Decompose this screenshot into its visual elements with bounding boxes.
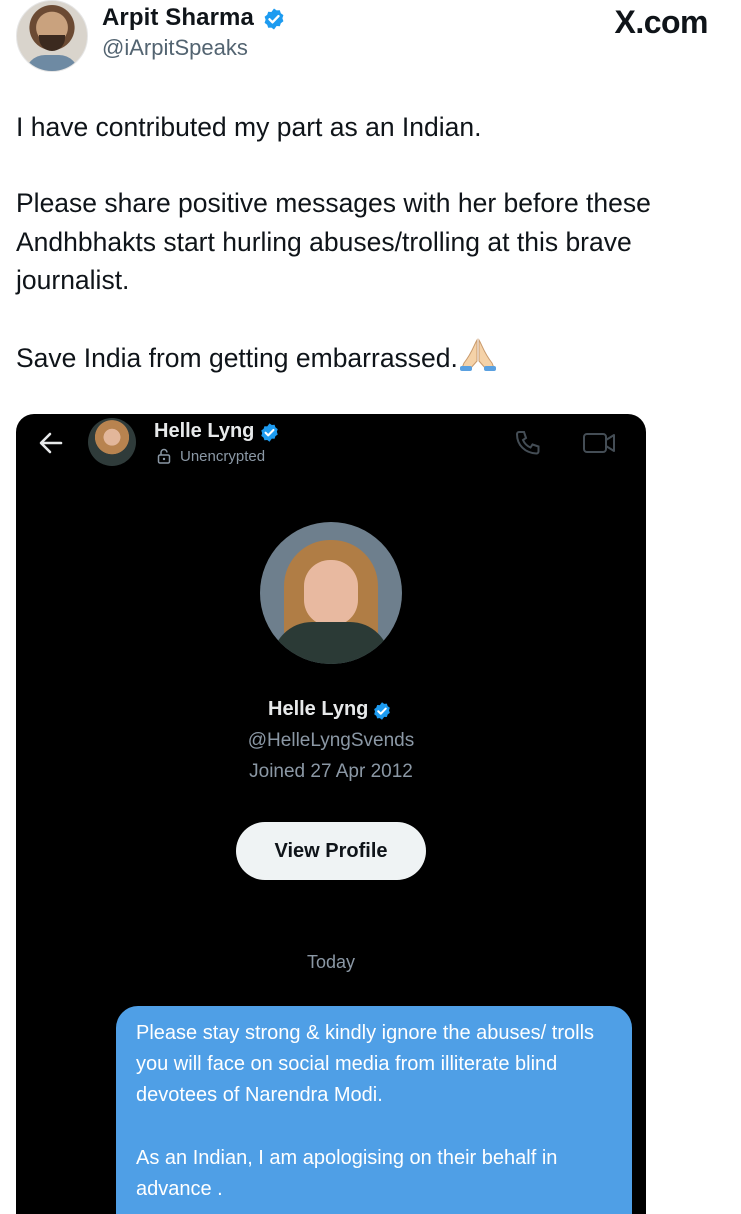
phone-icon[interactable] [512, 428, 542, 458]
profile-handle: @HelleLyngSvends [247, 730, 415, 751]
view-profile-button[interactable]: View Profile [236, 822, 426, 880]
x-logo: X.com [614, 4, 708, 40]
pray-emoji-icon [459, 338, 496, 371]
tweet-text-paragraph: Please share positive messages with her … [16, 188, 651, 295]
profile-photo[interactable] [260, 522, 402, 664]
tweet-text-closing: Save India from getting embarrassed. [16, 343, 458, 373]
avatar-detail [39, 35, 65, 51]
tweet-text-line: Save India from getting embarrassed. [16, 337, 696, 378]
message-bubble[interactable]: Please stay strong & kindly ignore the a… [116, 1006, 632, 1214]
joined-date: Joined 27 Apr 2012 [249, 761, 413, 782]
message-paragraph: As an Indian, I am apologising on their … [136, 1147, 558, 1200]
verified-badge-icon [374, 702, 390, 720]
encryption-status: Unencrypted [180, 448, 266, 465]
profile-name: Helle Lyng [268, 698, 369, 720]
author-name[interactable]: Arpit Sharma [102, 4, 254, 32]
verified-badge-icon [264, 8, 284, 30]
author-handle[interactable]: @iArpitSpeaks [102, 35, 248, 61]
contact-avatar[interactable] [88, 418, 136, 466]
photo-detail [304, 560, 358, 626]
lock-icon [157, 448, 171, 464]
photo-detail [272, 622, 390, 664]
date-separator: Today [306, 952, 356, 972]
tweet-text-line: I have contributed my part as an Indian. [16, 112, 482, 142]
author-avatar[interactable] [16, 0, 88, 72]
dm-screenshot: Helle Lyng Unencrypted Helle Lyng @Helle… [16, 414, 646, 1214]
contact-name[interactable]: Helle Lyng [154, 420, 254, 443]
message-paragraph: Please stay strong & kindly ignore the a… [136, 1022, 595, 1106]
verified-badge-icon [261, 423, 278, 442]
avatar-detail [25, 55, 79, 71]
video-call-icon[interactable] [582, 430, 616, 456]
back-arrow-icon[interactable] [36, 428, 66, 458]
